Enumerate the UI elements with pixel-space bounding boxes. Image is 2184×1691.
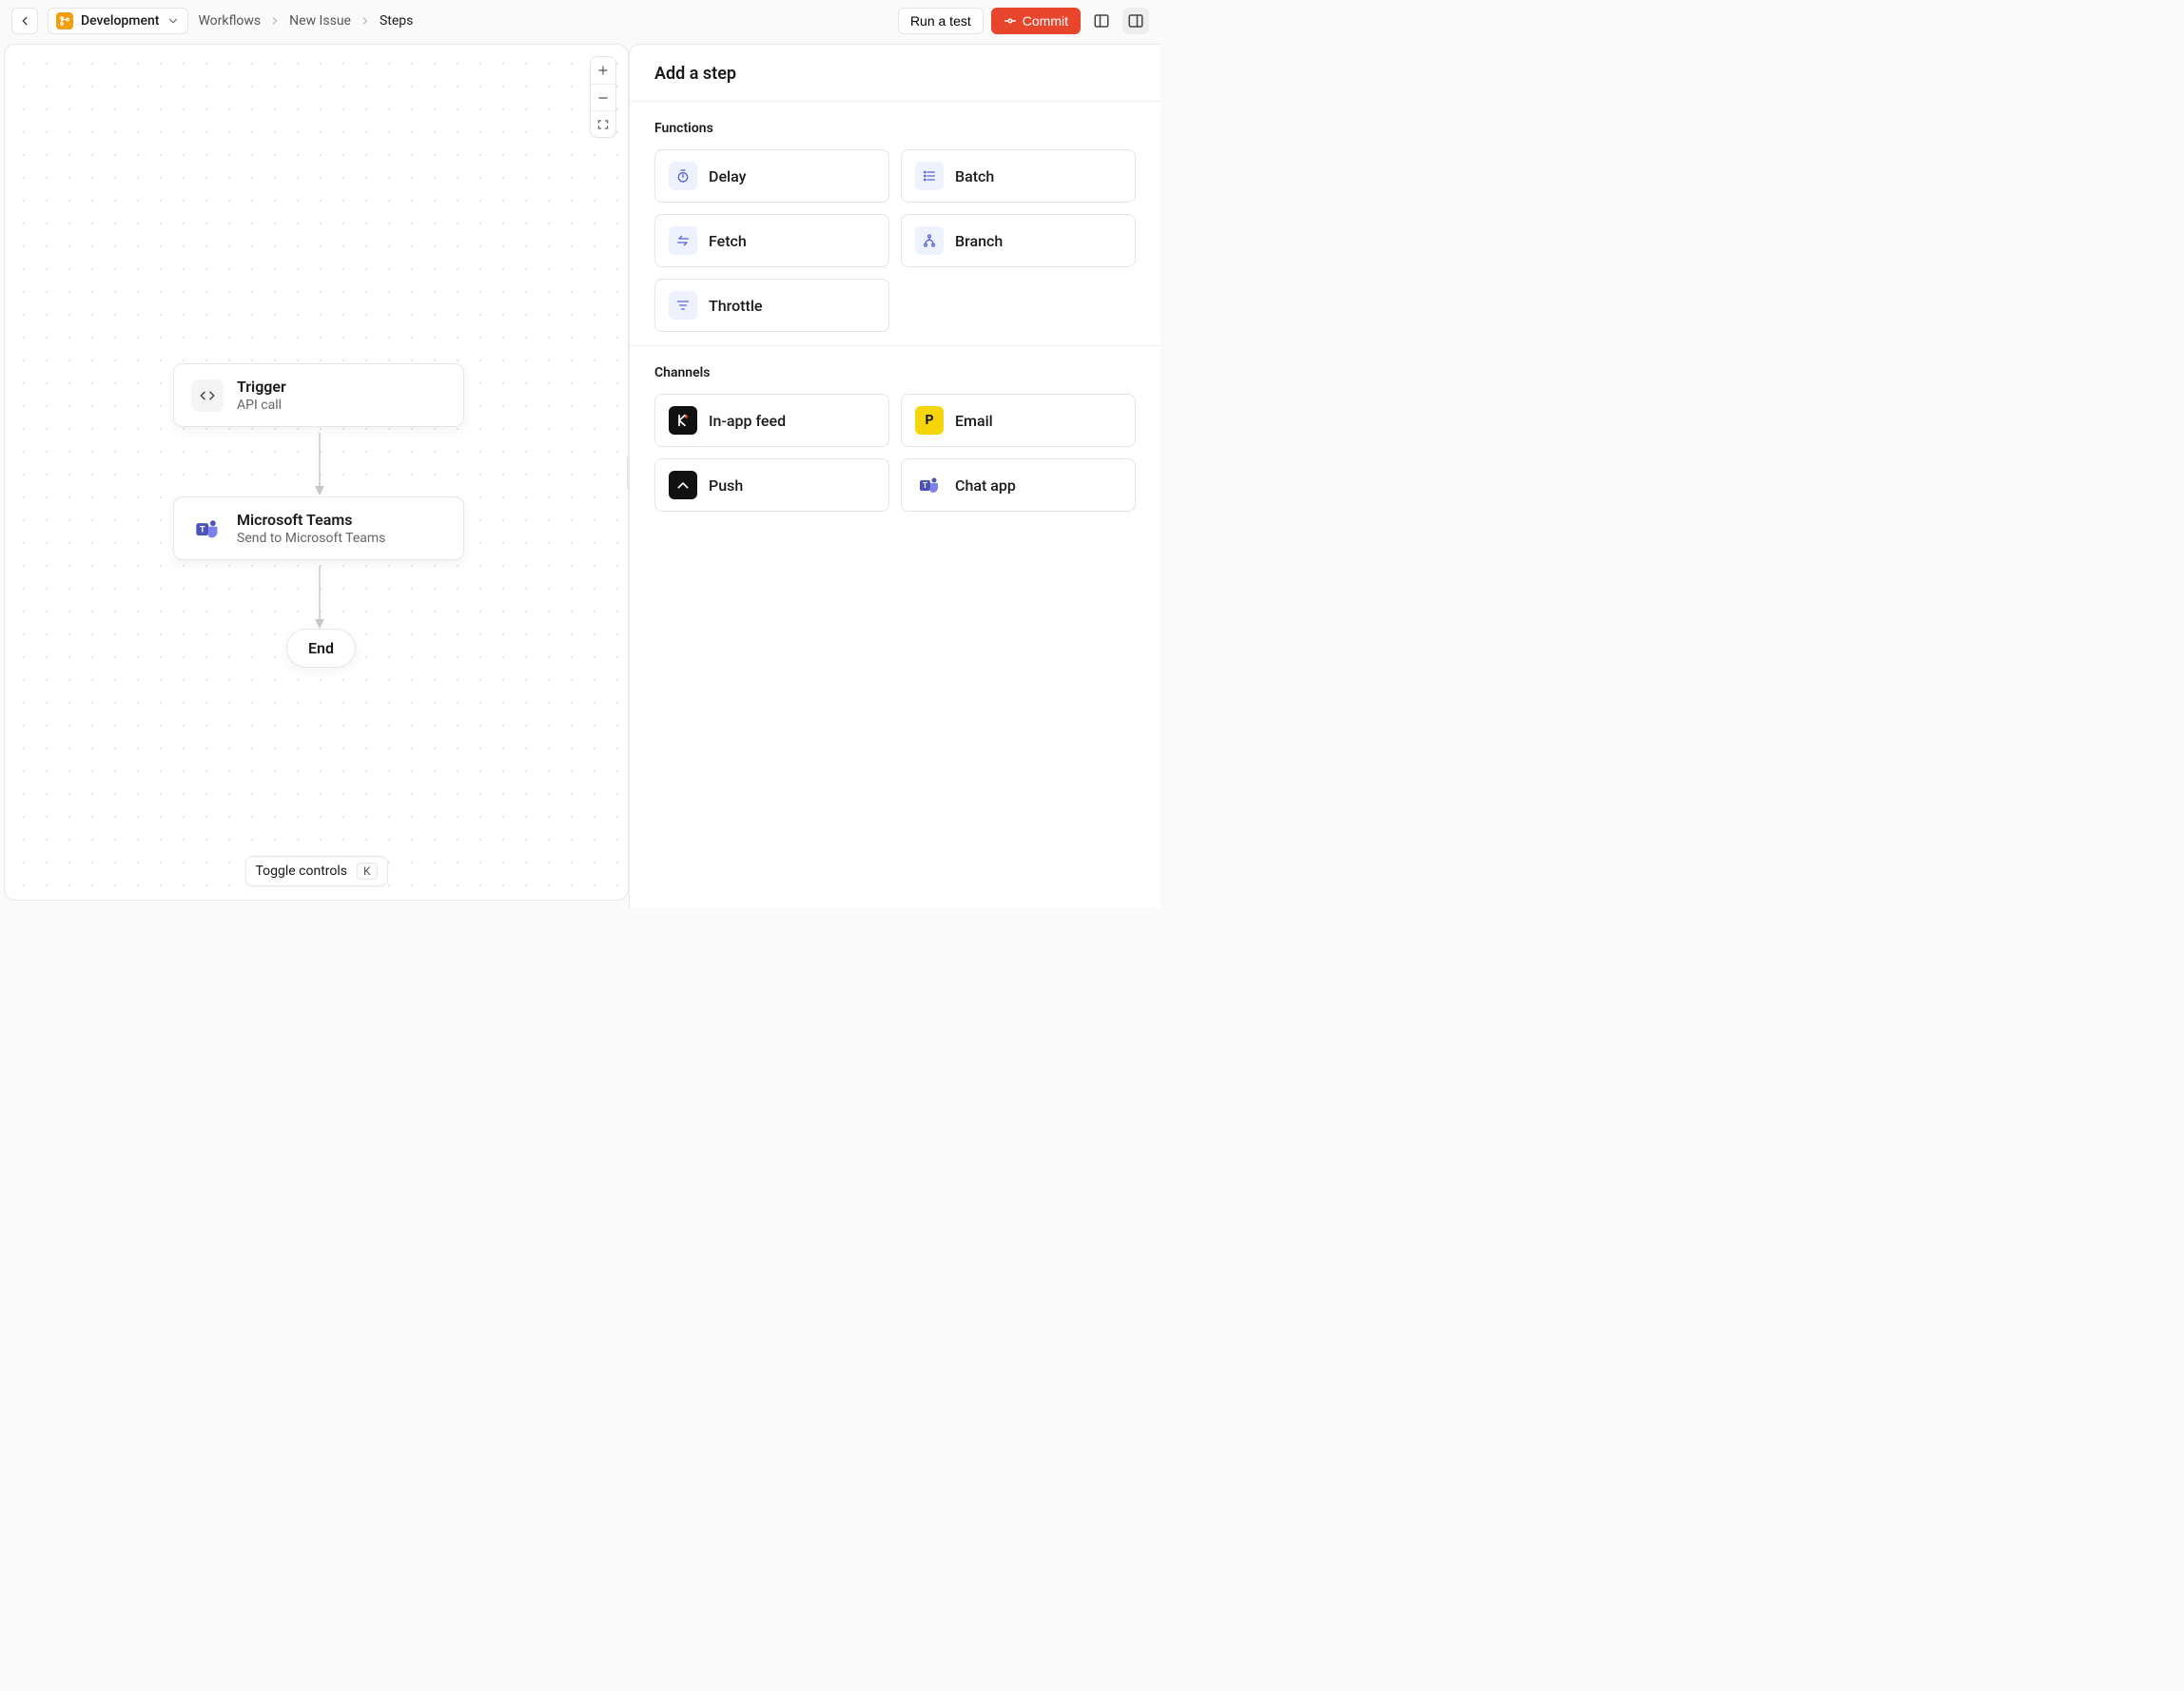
sidebar-add-step: Add a step Functions Delay Batch (629, 44, 1160, 908)
sidebar-title: Add a step (630, 45, 1160, 102)
code-icon (191, 379, 224, 412)
node-title: Microsoft Teams (237, 511, 385, 529)
section-functions-title: Functions (654, 121, 1136, 136)
environment-select[interactable]: Development (48, 8, 188, 34)
swap-icon (669, 226, 697, 255)
toggle-controls-button[interactable]: Toggle controls K (244, 856, 387, 886)
panel-right-icon (1127, 12, 1144, 29)
minus-icon (596, 91, 610, 105)
chevron-left-icon (18, 14, 31, 28)
svg-text:T: T (200, 524, 205, 535)
postmark-icon: P (915, 406, 944, 435)
step-throttle[interactable]: Throttle (654, 279, 889, 332)
breadcrumb-workflows[interactable]: Workflows (198, 13, 261, 29)
breadcrumb-steps[interactable]: Steps (380, 13, 413, 29)
step-delay[interactable]: Delay (654, 149, 889, 203)
branch-icon (56, 12, 73, 29)
chevron-right-icon (268, 14, 282, 28)
workflow-canvas[interactable]: Trigger API call T Microsoft Teams Send … (4, 44, 629, 901)
channel-push[interactable]: Push (654, 458, 889, 512)
resize-handle[interactable] (626, 454, 629, 492)
zoom-controls (590, 56, 616, 138)
channel-in-app-feed[interactable]: In-app feed (654, 394, 889, 447)
node-subtitle: API call (237, 398, 286, 413)
run-test-button[interactable]: Run a test (898, 8, 984, 34)
knock-icon (669, 406, 697, 435)
node-title: Trigger (237, 378, 286, 396)
microsoft-teams-icon: T (191, 513, 224, 545)
branch-icon (915, 226, 944, 255)
teams-icon: T (915, 471, 944, 499)
keyboard-shortcut: K (357, 863, 378, 880)
section-channels-title: Channels (654, 365, 1136, 380)
breadcrumb-new-issue[interactable]: New Issue (289, 13, 351, 29)
node-end: End (286, 629, 356, 668)
git-commit-icon (1004, 14, 1017, 28)
plus-icon (596, 64, 610, 77)
channel-chat-app[interactable]: T Chat app (901, 458, 1136, 512)
step-fetch[interactable]: Fetch (654, 214, 889, 267)
breadcrumbs: Workflows New Issue Steps (198, 13, 413, 29)
node-trigger[interactable]: Trigger API call (173, 363, 464, 427)
node-subtitle: Send to Microsoft Teams (237, 531, 385, 546)
panel-right-button[interactable] (1122, 8, 1149, 34)
commit-button[interactable]: Commit (991, 8, 1081, 34)
list-icon (915, 162, 944, 190)
panel-left-icon (1093, 12, 1110, 29)
push-icon (669, 471, 697, 499)
fullscreen-icon (596, 118, 610, 131)
environment-label: Development (81, 13, 159, 29)
channel-email[interactable]: P Email (901, 394, 1136, 447)
zoom-out-button[interactable] (591, 84, 615, 110)
chevron-right-icon (359, 14, 372, 28)
step-batch[interactable]: Batch (901, 149, 1136, 203)
back-button[interactable] (11, 8, 38, 34)
node-microsoft-teams[interactable]: T Microsoft Teams Send to Microsoft Team… (173, 496, 464, 560)
edge (314, 566, 325, 629)
step-branch[interactable]: Branch (901, 214, 1136, 267)
timer-icon (669, 162, 697, 190)
zoom-fit-button[interactable] (591, 110, 615, 137)
zoom-in-button[interactable] (591, 57, 615, 84)
svg-text:T: T (923, 481, 927, 490)
edge (314, 433, 325, 496)
chevron-down-icon (166, 14, 180, 28)
panel-left-button[interactable] (1088, 8, 1115, 34)
filter-icon (669, 291, 697, 320)
